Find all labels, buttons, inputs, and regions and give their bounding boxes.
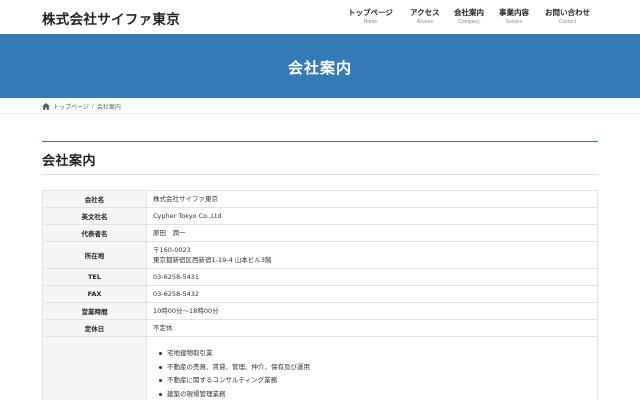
- nav-item-service[interactable]: 事業内容 Service: [499, 7, 529, 26]
- nav-item-contact[interactable]: お問い合わせ Contact: [545, 7, 590, 26]
- row-label: [42, 336, 147, 400]
- company-info-table: 会社名 株式会社サイファ東京 英文社名 Cypher Tokyo Co.,Ltd…: [42, 190, 598, 400]
- heading-bottom-rule: [42, 174, 598, 175]
- row-label: 営業時間: [42, 302, 147, 320]
- table-row: TEL 03-6258-5431: [42, 268, 598, 286]
- table-row: FAX 03-6258-5432: [42, 285, 598, 303]
- row-value: 原田 潤一: [146, 224, 598, 242]
- nav-item-label: お問い合わせ: [545, 8, 590, 17]
- list-item: 建築の現場管理業務: [159, 388, 597, 400]
- list-item: 宅地建物取引業: [159, 347, 597, 361]
- nav-item-label: 事業内容: [499, 8, 529, 17]
- nav-item-home[interactable]: トップページ Home: [348, 7, 393, 26]
- table-row: 所在地 〒160-0023 東京都新宿区西新宿1-19-4 山本ビル3階: [42, 241, 598, 269]
- table-row: 会社名 株式会社サイファ東京: [42, 190, 598, 208]
- list-item: 不動産に関するコンサルティング業務: [159, 374, 597, 388]
- global-nav: トップページ Home アクセス Access 会社案内 Company 事業内…: [0, 0, 640, 34]
- row-value: Cypher Tokyo Co.,Ltd: [146, 207, 598, 225]
- home-icon: [42, 102, 50, 110]
- table-row: 営業時間 10時00分～18時00分: [42, 302, 598, 320]
- row-value: 〒160-0023 東京都新宿区西新宿1-19-4 山本ビル3階: [146, 241, 598, 269]
- row-value: 03-6258-5431: [146, 268, 598, 286]
- nav-item-label: トップページ: [348, 8, 393, 17]
- breadcrumb-current: 会社案内: [96, 103, 121, 111]
- site-header: 株式会社サイファ東京 トップページ Home アクセス Access 会社案内 …: [0, 0, 640, 34]
- list-item: 不動産の売買、賃貸、管理、仲介、保有及び運用: [159, 361, 597, 375]
- address-line: 東京都新宿区西新宿1-19-4 山本ビル3階: [153, 256, 272, 264]
- breadcrumb: トップページ / 会社案内: [42, 101, 121, 111]
- nav-item-access[interactable]: アクセス Access: [410, 7, 440, 26]
- breadcrumb-separator: /: [91, 102, 94, 110]
- heading-top-rule: [42, 141, 598, 142]
- row-label: 定休日: [42, 319, 147, 337]
- row-value: 宅地建物取引業 不動産の売買、賃貸、管理、仲介、保有及び運用 不動産に関するコン…: [146, 336, 598, 400]
- table-row: 代表者名 原田 潤一: [42, 224, 598, 242]
- nav-item-sublabel: Service: [505, 19, 523, 25]
- nav-item-sublabel: Home: [363, 19, 378, 25]
- row-value: 10時00分～18時00分: [146, 302, 598, 320]
- row-value: 株式会社サイファ東京: [146, 190, 598, 208]
- breadcrumb-home-link[interactable]: トップページ: [53, 102, 89, 111]
- page-title: 会社案内: [42, 154, 97, 169]
- table-row: 定休日 不定休: [42, 319, 598, 337]
- table-row: 宅地建物取引業 不動産の売買、賃貸、管理、仲介、保有及び運用 不動産に関するコン…: [42, 336, 598, 400]
- row-label: TEL: [42, 268, 147, 286]
- row-value: 不定休: [146, 319, 598, 337]
- nav-item-sublabel: Company: [458, 19, 480, 25]
- nav-item-company[interactable]: 会社案内 Company: [454, 7, 484, 26]
- row-label: 所在地: [42, 241, 147, 269]
- table-row: 英文社名 Cypher Tokyo Co.,Ltd: [42, 207, 598, 225]
- nav-item-label: アクセス: [410, 8, 440, 17]
- row-label: 代表者名: [42, 224, 147, 242]
- business-list: 宅地建物取引業 不動産の売買、賃貸、管理、仲介、保有及び運用 不動産に関するコン…: [153, 337, 597, 400]
- banner-title: 会社案内: [287, 59, 352, 77]
- row-label: 会社名: [42, 190, 147, 208]
- nav-item-sublabel: Contact: [558, 19, 577, 25]
- nav-item-sublabel: Access: [416, 19, 433, 25]
- postal-code: 〒160-0023: [153, 246, 191, 254]
- row-value: 03-6258-5432: [146, 285, 598, 303]
- breadcrumb-divider: [0, 113, 640, 114]
- row-label: FAX: [42, 285, 147, 303]
- row-label: 英文社名: [42, 207, 147, 225]
- page-banner: 会社案内: [0, 34, 640, 98]
- nav-item-label: 会社案内: [454, 8, 484, 17]
